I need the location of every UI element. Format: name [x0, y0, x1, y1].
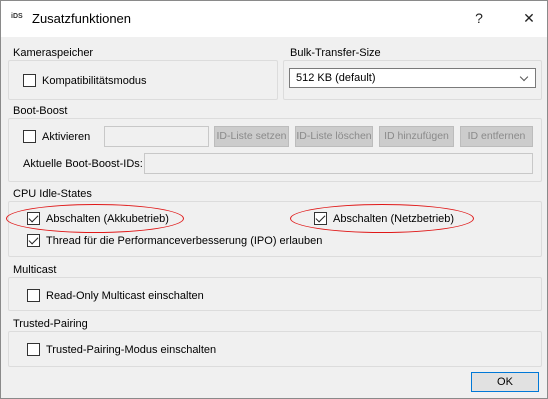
- aktivieren-label: Aktivieren: [42, 130, 91, 143]
- dialog-window: iDS Zusatzfunktionen ? ✕ Kameraspeicher …: [0, 0, 548, 399]
- readonly-multicast-checkbox[interactable]: [27, 289, 40, 302]
- ipo-row: Thread für die Performanceverbesserung (…: [27, 234, 322, 247]
- trusted-mode-row: Trusted-Pairing-Modus einschalten: [27, 343, 216, 356]
- bulk-group-label: Bulk-Transfer-Size: [288, 47, 383, 59]
- ipo-checkbox[interactable]: [27, 234, 40, 247]
- id-add-button[interactable]: ID hinzufügen: [379, 126, 454, 147]
- current-ids-field: [144, 153, 533, 174]
- id-list-clear-button[interactable]: ID-Liste löschen: [295, 126, 373, 147]
- kompat-row: Kompatibilitätsmodus: [23, 74, 147, 87]
- multicast-group-label: Multicast: [11, 264, 59, 276]
- annotation-ellipse-akku: [6, 204, 184, 233]
- id-remove-button[interactable]: ID entfernen: [460, 126, 533, 147]
- readonly-multicast-label: Read-Only Multicast einschalten: [46, 289, 204, 302]
- ok-button[interactable]: OK: [471, 372, 539, 392]
- title-bar: iDS Zusatzfunktionen ? ✕: [1, 1, 547, 37]
- boot-boost-group-label: Boot-Boost: [11, 105, 70, 117]
- trusted-mode-label: Trusted-Pairing-Modus einschalten: [46, 343, 217, 356]
- cpu-idle-group-label: CPU Idle-States: [11, 188, 94, 200]
- help-button[interactable]: ?: [464, 7, 494, 29]
- id-list-set-button[interactable]: ID-Liste setzen: [214, 126, 289, 147]
- bulk-size-select[interactable]: 512 KB (default): [289, 68, 536, 88]
- boot-boost-id-input[interactable]: [104, 126, 209, 147]
- app-icon: iDS: [11, 13, 23, 20]
- kompat-label: Kompatibilitätsmodus: [42, 74, 147, 87]
- close-button[interactable]: ✕: [514, 7, 544, 29]
- aktivieren-row: Aktivieren: [23, 130, 90, 143]
- trusted-pairing-group-label: Trusted-Pairing: [11, 318, 90, 330]
- current-ids-label: Aktuelle Boot-Boost-IDs:: [23, 158, 143, 170]
- kompat-checkbox[interactable]: [23, 74, 36, 87]
- annotation-ellipse-netz: [290, 204, 474, 233]
- kameraspeicher-group-label: Kameraspeicher: [11, 47, 96, 59]
- aktivieren-checkbox[interactable]: [23, 130, 36, 143]
- readonly-multicast-row: Read-Only Multicast einschalten: [27, 289, 204, 302]
- chevron-down-icon: [519, 72, 529, 82]
- ipo-label: Thread für die Performanceverbesserung (…: [46, 234, 323, 247]
- trusted-mode-checkbox[interactable]: [27, 343, 40, 356]
- window-title: Zusatzfunktionen: [32, 11, 132, 26]
- bulk-size-value: 512 KB (default): [296, 72, 376, 84]
